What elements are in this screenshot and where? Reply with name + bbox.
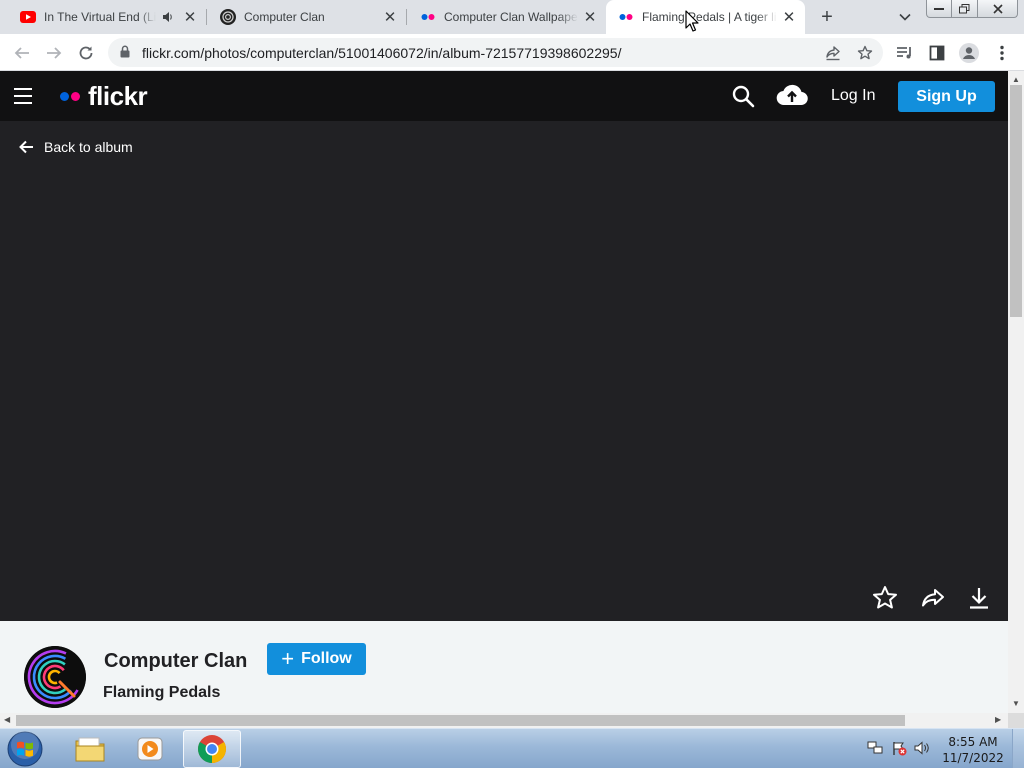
folder-icon <box>75 737 105 762</box>
computer-clan-icon <box>220 9 236 25</box>
scroll-up-icon[interactable]: ▲ <box>1012 75 1020 84</box>
tab-flaming-pedals[interactable]: Flaming Pedals | A tiger li ✕ <box>606 0 805 34</box>
logo-pink-dot <box>71 91 80 101</box>
horizontal-scrollbar[interactable]: ◀ ▶ <box>0 713 1008 728</box>
forward-arrow-icon[interactable] <box>41 40 67 66</box>
vertical-scroll-thumb[interactable] <box>1010 85 1022 317</box>
tab-strip: In The Virtual End (Li ✕ Computer Clan ✕… <box>0 0 1024 34</box>
lock-icon[interactable] <box>120 45 130 63</box>
vertical-scrollbar[interactable]: ▲ ▼ <box>1008 71 1024 713</box>
action-center-flag-icon[interactable] <box>890 739 908 757</box>
search-icon[interactable] <box>731 84 755 108</box>
browser-toolbar: flickr.com/photos/computerclan/510014060… <box>0 34 1024 71</box>
speaker-icon[interactable] <box>160 9 176 25</box>
reload-icon[interactable] <box>73 40 99 66</box>
new-tab-button[interactable]: + <box>815 5 839 29</box>
favorite-star-icon[interactable] <box>872 585 898 611</box>
media-player-icon <box>137 737 163 761</box>
tab-title: In The Virtual End (Li <box>44 10 156 24</box>
photo-info-panel: Computer Clan + Follow Flaming Pedals <box>0 621 1008 713</box>
close-icon[interactable]: ✕ <box>182 9 198 26</box>
flickr-logo[interactable]: flickr <box>60 80 148 111</box>
show-desktop-button[interactable] <box>1012 729 1024 768</box>
media-control-icon[interactable] <box>892 40 918 66</box>
scroll-right-icon[interactable]: ▶ <box>995 715 1001 724</box>
restore-button[interactable] <box>952 0 978 18</box>
back-to-album-label: Back to album <box>44 139 133 155</box>
close-icon[interactable]: ✕ <box>382 9 398 26</box>
system-clock[interactable]: 8:55 AM 11/7/2022 <box>940 734 1006 766</box>
chrome-icon <box>198 735 226 763</box>
tab-title: Flaming Pedals | A tiger li <box>642 10 777 24</box>
flickr-page: flickr Log In Sign Up Back to album Comp… <box>0 71 1008 713</box>
flickr-header: flickr Log In Sign Up <box>0 71 1008 121</box>
window-controls <box>926 0 1018 18</box>
tab-flickr-wallpaper[interactable]: Computer Clan Wallpape ✕ <box>406 0 606 34</box>
taskbar-chrome[interactable] <box>183 730 241 768</box>
side-panel-icon[interactable] <box>924 40 950 66</box>
login-link[interactable]: Log In <box>831 87 875 105</box>
volume-icon[interactable] <box>913 739 931 757</box>
scrollbar-corner <box>1008 713 1024 728</box>
flickr-icon <box>420 9 436 25</box>
kebab-menu-icon[interactable] <box>989 40 1015 66</box>
photo-viewer[interactable]: Back to album <box>0 121 1008 621</box>
follow-button[interactable]: + Follow <box>267 643 366 675</box>
logo-wordmark: flickr <box>88 80 148 111</box>
tab-title: Computer Clan <box>244 10 325 24</box>
bookmark-star-icon[interactable] <box>854 42 876 64</box>
scroll-left-icon[interactable]: ◀ <box>4 715 10 724</box>
windows-logo-icon <box>7 731 43 767</box>
hamburger-menu-icon[interactable] <box>14 88 32 104</box>
close-icon[interactable]: ✕ <box>781 9 797 26</box>
close-icon[interactable]: ✕ <box>582 9 598 26</box>
network-icon[interactable] <box>866 739 884 757</box>
tab-computer-clan[interactable]: Computer Clan ✕ <box>206 0 406 34</box>
photo-title: Flaming Pedals <box>103 684 221 701</box>
tab-search-chevron-icon[interactable] <box>893 6 917 28</box>
share-arrow-icon[interactable] <box>920 585 946 611</box>
back-to-album-link[interactable]: Back to album <box>19 139 133 155</box>
flickr-icon <box>618 9 634 25</box>
youtube-icon <box>20 9 36 25</box>
download-icon[interactable] <box>966 585 992 611</box>
close-window-button[interactable] <box>978 0 1018 18</box>
taskbar-media-player[interactable] <box>121 730 179 768</box>
tab-title: Computer Clan Wallpape <box>444 10 578 24</box>
upload-cloud-icon[interactable] <box>776 83 810 109</box>
owner-avatar[interactable] <box>24 646 86 708</box>
horizontal-scroll-thumb[interactable] <box>16 715 905 726</box>
tab-youtube[interactable]: In The Virtual End (Li ✕ <box>0 0 206 34</box>
start-button[interactable] <box>4 730 46 768</box>
scroll-down-icon[interactable]: ▼ <box>1012 699 1020 708</box>
minimize-button[interactable] <box>926 0 952 18</box>
follow-label: Follow <box>301 650 352 667</box>
url-text: flickr.com/photos/computerclan/510014060… <box>142 45 622 61</box>
clock-date: 11/7/2022 <box>942 751 1004 765</box>
owner-name[interactable]: Computer Clan <box>104 650 247 673</box>
back-arrow-icon[interactable] <box>9 40 35 66</box>
taskbar-explorer[interactable] <box>61 730 119 768</box>
arrow-left-icon <box>19 140 33 154</box>
share-icon[interactable] <box>822 42 844 64</box>
windows-taskbar: 8:55 AM 11/7/2022 <box>0 728 1024 768</box>
logo-blue-dot <box>60 91 69 101</box>
clock-time: 8:55 AM <box>948 735 998 749</box>
mouse-cursor-icon <box>685 10 699 32</box>
address-bar[interactable]: flickr.com/photos/computerclan/510014060… <box>108 38 883 67</box>
profile-avatar-icon[interactable] <box>956 40 982 66</box>
plus-icon: + <box>281 646 295 671</box>
signup-button[interactable]: Sign Up <box>898 81 995 112</box>
